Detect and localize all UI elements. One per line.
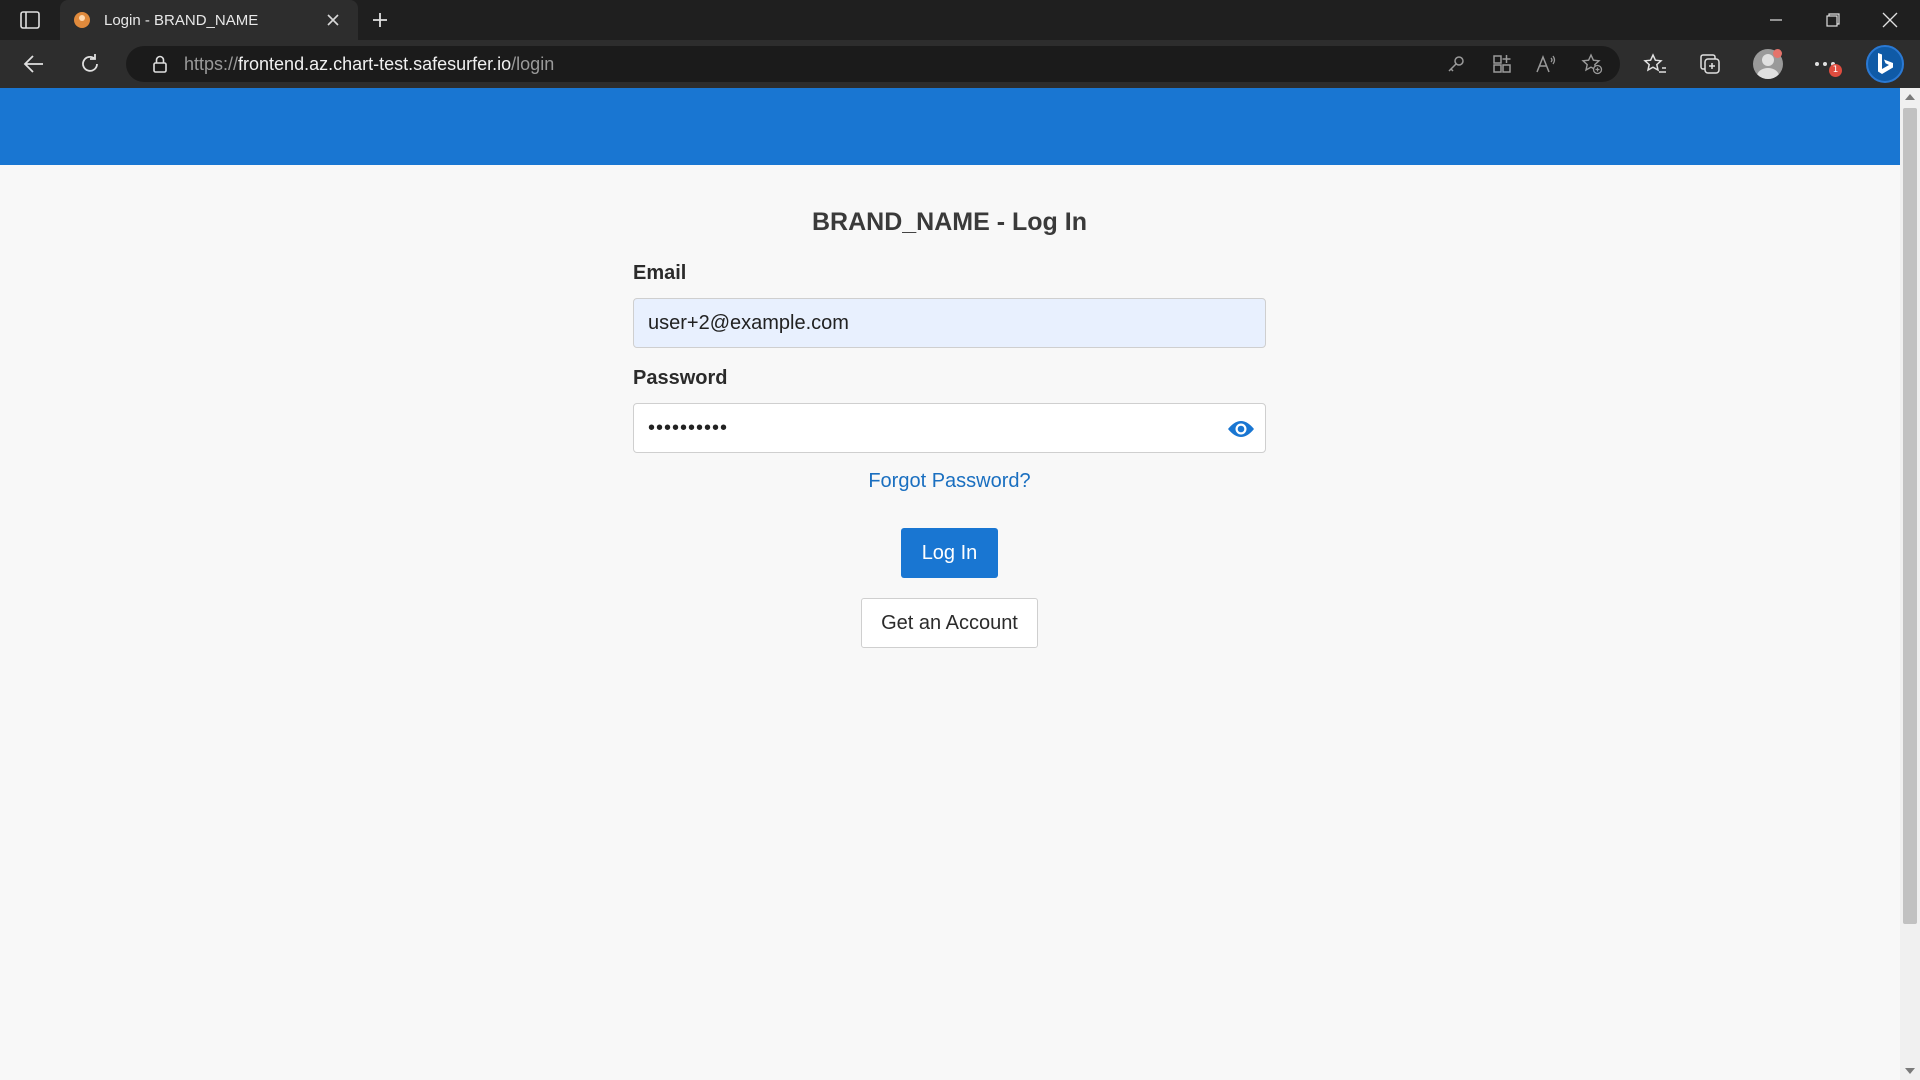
email-value: user+2@example.com	[648, 311, 849, 334]
collections-icon[interactable]	[1692, 48, 1728, 80]
site-favicon-icon	[74, 12, 90, 28]
apps-icon[interactable]	[1488, 52, 1516, 76]
eye-icon[interactable]	[1227, 417, 1255, 441]
browser-tab-strip: Login - BRAND_NAME	[0, 0, 1920, 40]
forgot-password-link[interactable]: Forgot Password?	[633, 470, 1266, 493]
refresh-icon[interactable]	[72, 48, 108, 80]
key-icon[interactable]	[1442, 52, 1470, 76]
tab-actions-icon[interactable]	[16, 8, 44, 32]
scroll-up-icon[interactable]	[1905, 94, 1915, 100]
url-text[interactable]: https://frontend.az.chart-test.safesurfe…	[184, 54, 554, 75]
favorites-icon[interactable]	[1637, 48, 1673, 80]
notification-badge: 1	[1829, 64, 1842, 77]
url-prefix: https://	[184, 53, 239, 74]
url-path: /login	[511, 53, 555, 74]
url-host: frontend.az.chart-test.safesurfer.io	[238, 53, 512, 74]
restore-icon[interactable]	[1805, 0, 1861, 40]
login-button[interactable]: Log In	[901, 528, 998, 578]
bing-icon[interactable]	[1866, 45, 1904, 83]
password-field[interactable]: ••••••••••	[633, 403, 1266, 453]
tab-title: Login - BRAND_NAME	[104, 11, 259, 29]
email-field[interactable]: user+2@example.com	[633, 298, 1266, 348]
minimize-icon[interactable]	[1748, 0, 1804, 40]
email-label: Email	[633, 262, 687, 284]
star-plus-icon[interactable]	[1578, 52, 1606, 76]
close-icon[interactable]	[322, 9, 344, 31]
app-header-bar	[0, 88, 1900, 165]
close-window-icon[interactable]	[1862, 0, 1918, 40]
scroll-down-icon[interactable]	[1905, 1068, 1915, 1074]
browser-toolbar: https://frontend.az.chart-test.safesurfe…	[0, 40, 1920, 88]
page-title: BRAND_NAME - Log In	[812, 208, 1087, 236]
browser-tab[interactable]: Login - BRAND_NAME	[60, 0, 358, 40]
password-value: ••••••••••	[648, 416, 729, 439]
plus-icon[interactable]	[366, 6, 394, 34]
scrollbar-thumb[interactable]	[1903, 108, 1917, 924]
get-account-button[interactable]: Get an Account	[861, 598, 1038, 648]
lock-icon[interactable]	[150, 54, 170, 74]
password-label: Password	[633, 367, 728, 389]
back-arrow-icon[interactable]	[16, 48, 52, 80]
page-viewport: BRAND_NAME - Log In Email user+2@example…	[0, 88, 1900, 1080]
profile-status-dot	[1773, 49, 1782, 58]
read-aloud-icon[interactable]	[1532, 52, 1560, 76]
scrollbar[interactable]	[1900, 88, 1920, 1080]
address-bar[interactable]: https://frontend.az.chart-test.safesurfe…	[126, 46, 1620, 82]
